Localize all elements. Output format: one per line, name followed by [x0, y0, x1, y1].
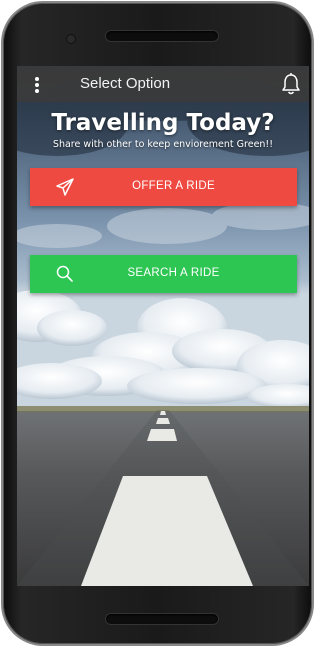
hero-title: Travelling Today? — [51, 110, 275, 136]
offer-ride-label: OFFER A RIDE — [132, 180, 215, 192]
earpiece-speaker — [106, 31, 218, 41]
bell-icon[interactable] — [280, 72, 302, 96]
offer-ride-button[interactable]: OFFER A RIDE — [30, 168, 297, 206]
appbar-title: Select Option — [80, 75, 171, 92]
app-screen: Select Option Travelling Today? Share wi… — [17, 66, 309, 586]
app-bar: Select Option — [17, 66, 309, 102]
more-vertical-icon[interactable] — [31, 74, 43, 94]
front-camera — [67, 35, 75, 43]
search-ride-button[interactable]: SEARCH A RIDE — [30, 255, 297, 293]
hero-subtitle: Share with other to keep enviorement Gre… — [52, 139, 274, 150]
search-ride-label: SEARCH A RIDE — [127, 267, 220, 279]
bottom-speaker — [106, 614, 218, 624]
